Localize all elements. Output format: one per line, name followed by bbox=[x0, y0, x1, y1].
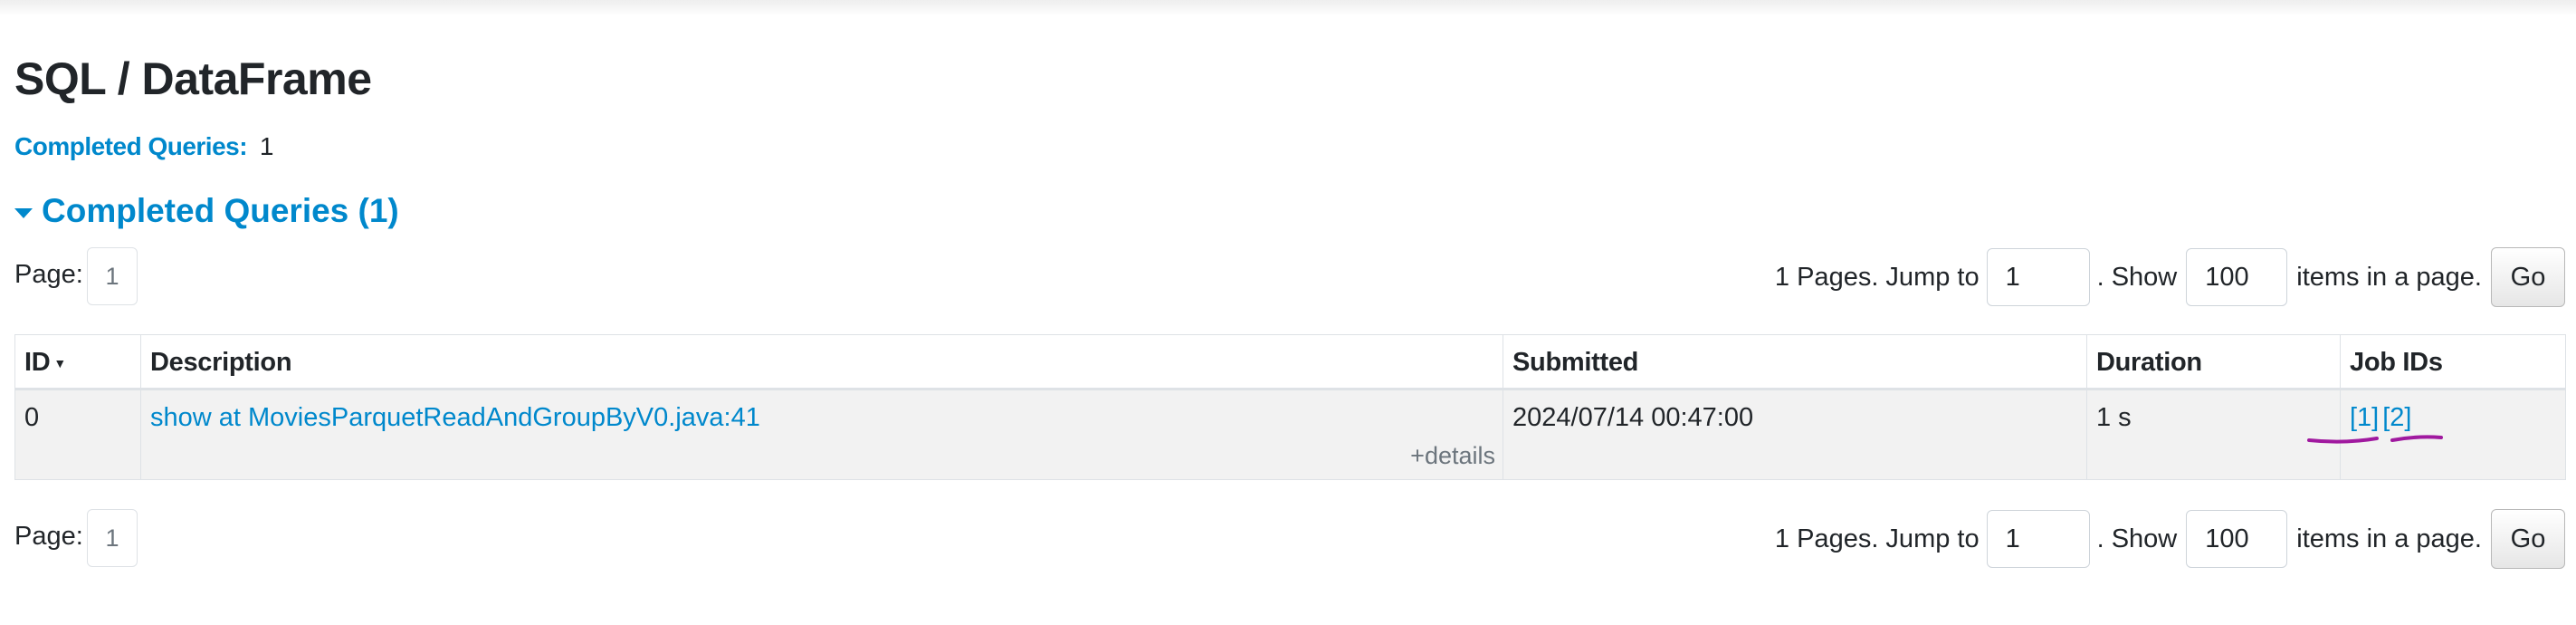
show-text: . Show bbox=[2096, 524, 2178, 553]
show-text: . Show bbox=[2096, 262, 2178, 292]
jump-to-page-input[interactable] bbox=[1986, 248, 2090, 306]
pagination-bottom: Page: 1 1 Pages. Jump to . Show items in… bbox=[14, 509, 2565, 569]
pagination-controls: 1 Pages. Jump to . Show items in a page.… bbox=[1775, 509, 2565, 569]
query-description-link[interactable]: show at MoviesParquetReadAndGroupByV0.ja… bbox=[150, 403, 760, 432]
completed-queries-toggle[interactable]: Completed Queries (1) bbox=[14, 192, 399, 230]
header-duration[interactable]: Duration bbox=[2086, 334, 2341, 390]
jump-to-page-input[interactable] bbox=[1986, 510, 2090, 568]
queries-table: ID ▼ Description Submitted Duration Job I… bbox=[14, 334, 2566, 480]
items-in-page-text: items in a page. bbox=[2296, 524, 2482, 553]
header-job-ids: Job IDs bbox=[2340, 334, 2566, 390]
page-label: Page: bbox=[14, 522, 83, 551]
header-description[interactable]: Description bbox=[140, 334, 1503, 390]
cell-submitted: 2024/07/14 00:47:00 bbox=[1503, 389, 2087, 480]
go-button[interactable]: Go bbox=[2491, 247, 2565, 307]
sort-desc-icon: ▼ bbox=[53, 356, 66, 371]
go-button[interactable]: Go bbox=[2491, 509, 2565, 569]
cell-job-ids: [1] [2] bbox=[2340, 389, 2566, 480]
details-toggle[interactable]: +details bbox=[1410, 442, 1495, 470]
pagination-controls: 1 Pages. Jump to . Show items in a page.… bbox=[1775, 247, 2565, 307]
completed-queries-summary-link[interactable]: Completed Queries: bbox=[14, 132, 248, 160]
page-title: SQL / DataFrame bbox=[14, 53, 372, 104]
page-label: Page: bbox=[14, 260, 83, 289]
header-id[interactable]: ID ▼ bbox=[14, 334, 141, 390]
page-1-button[interactable]: 1 bbox=[87, 509, 138, 567]
cell-description: show at MoviesParquetReadAndGroupByV0.ja… bbox=[140, 389, 1503, 480]
cell-id: 0 bbox=[14, 389, 141, 480]
page-1-button[interactable]: 1 bbox=[87, 247, 138, 305]
caret-down-icon bbox=[14, 207, 33, 218]
table-row: 0 show at MoviesParquetReadAndGroupByV0.… bbox=[14, 389, 2566, 480]
job-id-link-2[interactable]: [2] bbox=[2382, 403, 2411, 432]
top-shadow bbox=[0, 0, 2576, 16]
completed-queries-heading: Completed Queries (1) bbox=[42, 192, 399, 229]
pagination-top: Page: 1 1 Pages. Jump to . Show items in… bbox=[14, 247, 2565, 307]
page-size-input[interactable] bbox=[2186, 510, 2288, 568]
completed-queries-summary: Completed Queries: 1 bbox=[14, 132, 273, 161]
items-in-page-text: items in a page. bbox=[2296, 262, 2482, 292]
pages-jump-text: 1 Pages. Jump to bbox=[1774, 524, 1980, 553]
page-size-input[interactable] bbox=[2186, 248, 2288, 306]
cell-duration: 1 s bbox=[2086, 389, 2341, 480]
pages-jump-text: 1 Pages. Jump to bbox=[1774, 262, 1980, 292]
completed-queries-count: 1 bbox=[259, 132, 274, 160]
table-header-row: ID ▼ Description Submitted Duration Job I… bbox=[14, 334, 2566, 390]
job-id-link-1[interactable]: [1] bbox=[2350, 403, 2379, 432]
header-submitted[interactable]: Submitted bbox=[1503, 334, 2087, 390]
